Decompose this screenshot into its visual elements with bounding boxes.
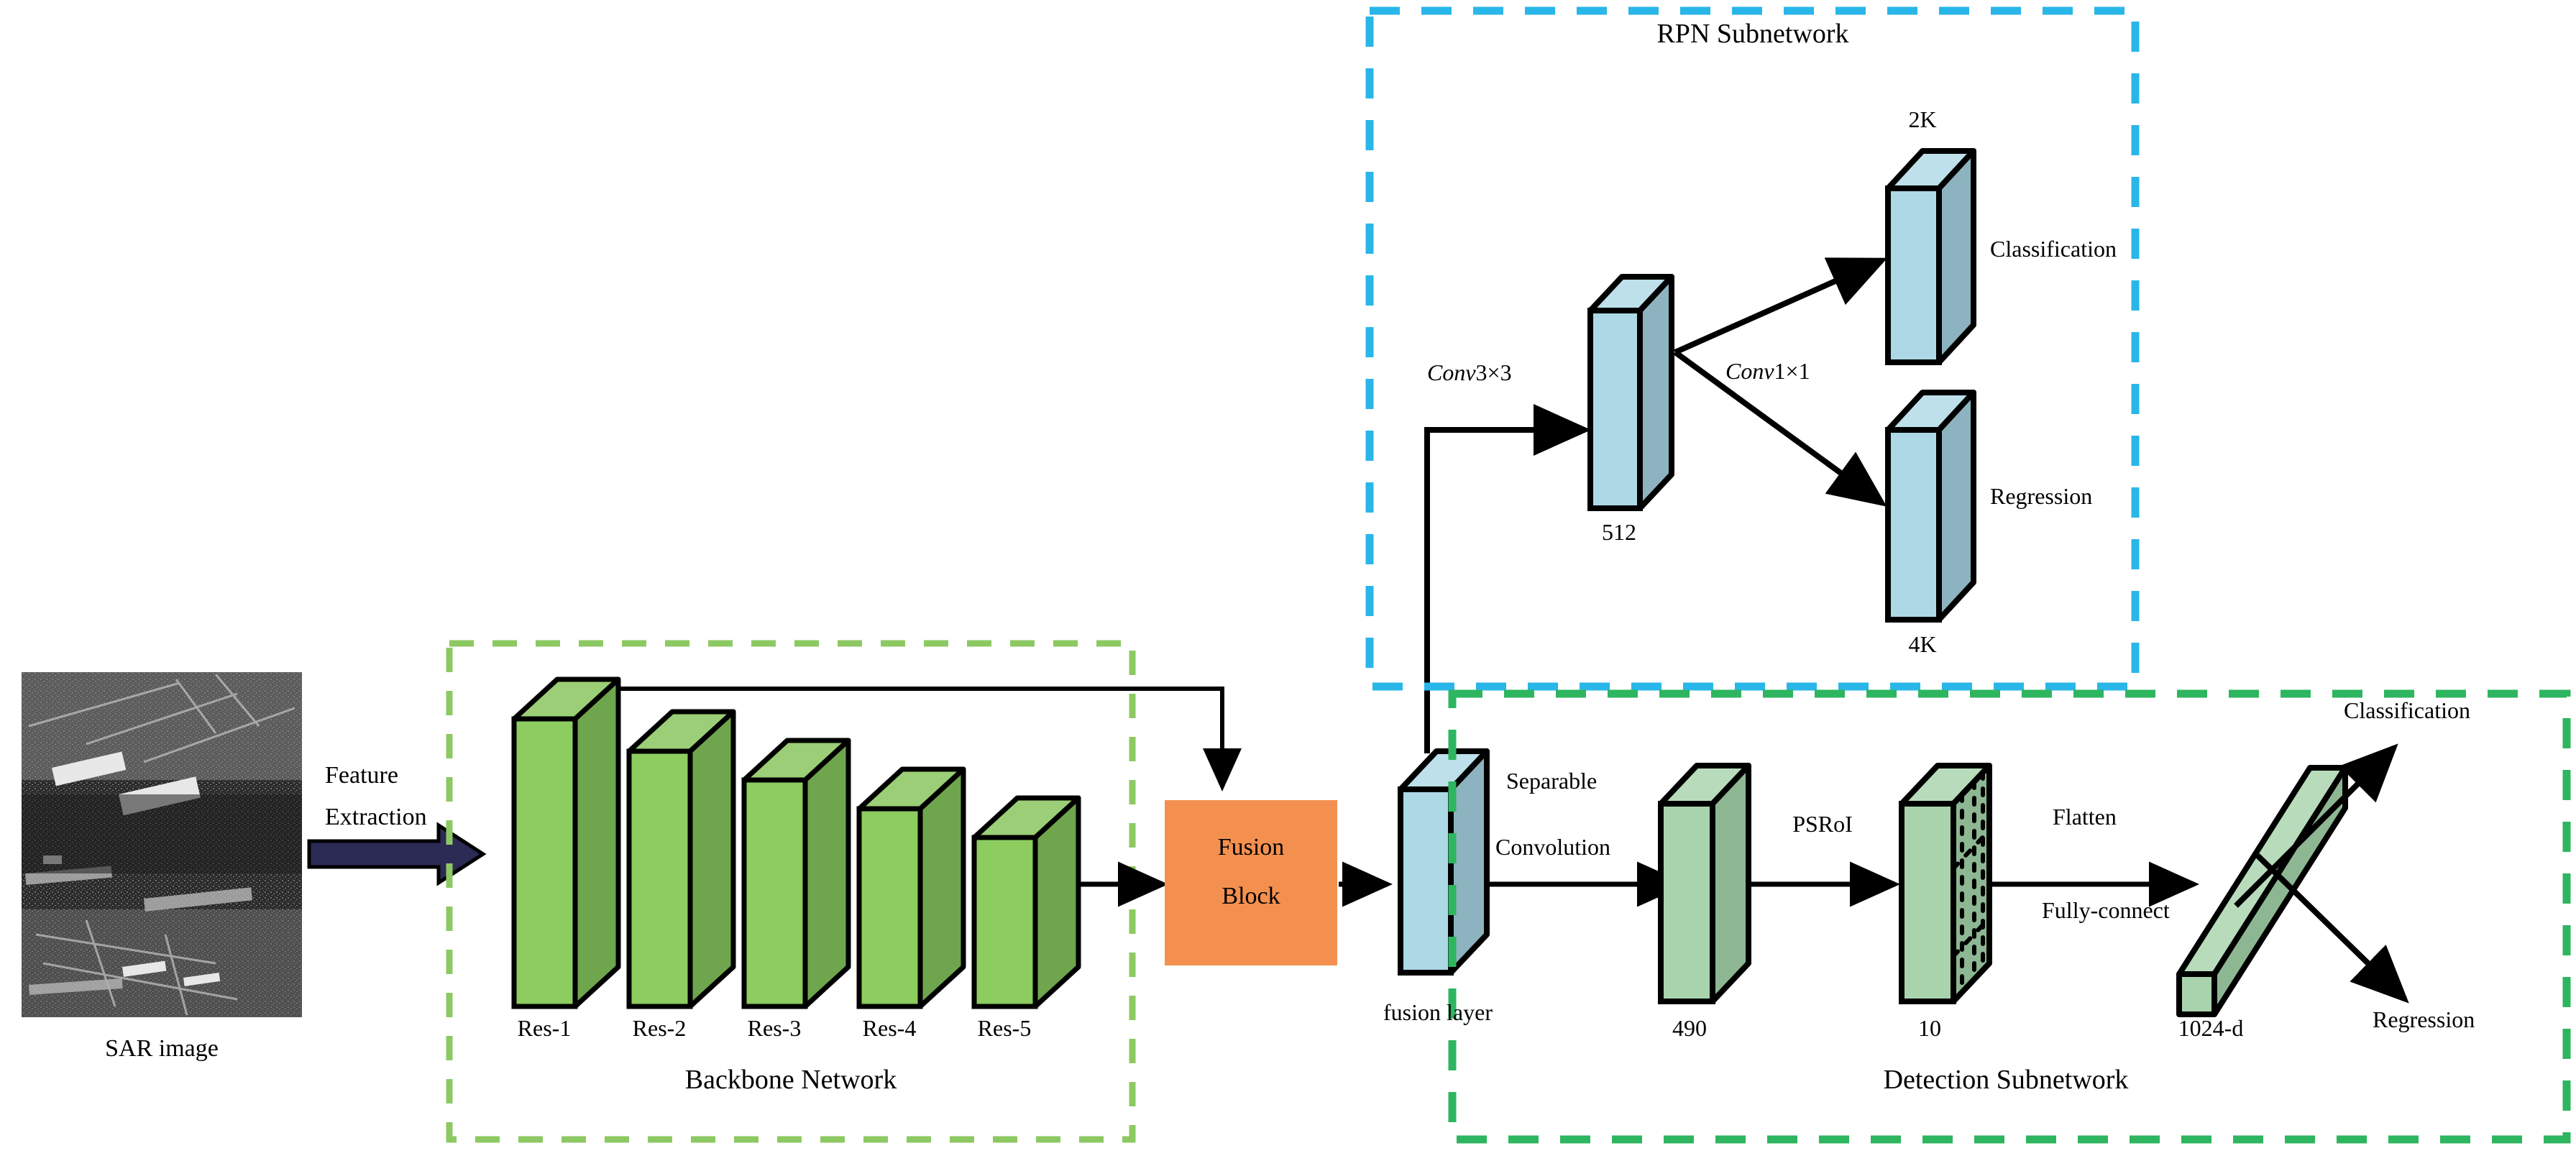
backbone-network-title: Backbone Network [684,1065,897,1095]
detection-10-label: 10 [1918,1015,1941,1041]
rpn-conv1x1-prefix: Conv [1725,358,1774,384]
rpn-4k-label: 4K [1908,631,1937,657]
rpn-boundary [1365,6,2140,691]
rpn-feature-512-label: 512 [1602,519,1636,545]
rpn-regression-4k-block [1885,390,1976,623]
rpn-subnetwork-title: RPN Subnetwork [1656,19,1849,49]
architecture-diagram: SAR image Feature Extraction Res-1 Res-2… [0,0,2576,1161]
detection-regression-label: Regression [2373,1006,2475,1032]
res-block-label-1: Res-1 [517,1015,572,1041]
rpn-classification-2k-block [1885,148,1976,365]
fusion-block-label-line2: Block [1221,883,1280,909]
detection-block-490 [1658,763,1751,1004]
res-block-label-3: Res-3 [747,1015,802,1041]
fusion-layer-block [1398,748,1490,976]
feature-extraction-label-line2: Extraction [325,804,427,830]
detection-block-10 [1899,763,1992,1004]
res-block-2 [626,709,736,1009]
detection-subnetwork-title: Detection Subnetwork [1883,1065,2129,1095]
sar-image-caption: SAR image [105,1035,219,1062]
rpn-2k-label: 2K [1908,106,1937,132]
fusion-block-label-line1: Fusion [1217,834,1285,861]
fusion-layer-label: fusion layer [1383,999,1493,1025]
rpn-conv3x3-kernel: 3×3 [1475,359,1512,385]
rpn-conv1x1-kernel: 1×1 [1774,358,1810,384]
res-block-5 [971,795,1081,1009]
flatten-label: Flatten [2053,804,2117,830]
rpn-conv3x3-prefix: Conv [1427,359,1476,385]
separable-convolution-label-line1: Separable [1506,768,1598,794]
psroi-label: PSRoI [1792,811,1853,837]
feature-extraction-arrow [307,822,487,886]
rpn-split-to-classification-arrow [1674,257,1888,355]
res-block-4 [856,766,966,1009]
rpn-classification-label: Classification [1990,236,2117,262]
rpn-regression-label: Regression [1990,483,2093,509]
fully-connect-label: Fully-connect [2042,897,2170,923]
sar-image [22,672,302,1017]
separable-convolution-label-line2: Convolution [1495,834,1611,860]
res-block-label-5: Res-5 [977,1015,1032,1041]
detection-1024d-label: 1024-d [2178,1015,2244,1041]
rpn-conv3x3-label: Conv3×3 [1427,359,1512,386]
detection-490-label: 490 [1672,1015,1707,1041]
res-block-1 [511,676,621,1009]
detection-regression-arrow [2255,853,2409,1004]
detection-block-1024d [2176,765,2348,1017]
res-block-label-4: Res-4 [862,1015,917,1041]
detection-classification-label: Classification [2344,697,2470,723]
rpn-conv1x1-label: Conv1×1 [1725,358,1810,385]
res-block-label-2: Res-2 [632,1015,687,1041]
rpn-conv-512-block [1587,274,1674,511]
feature-extraction-label-line1: Feature [325,762,398,789]
res-block-3 [741,738,851,1009]
diagram-canvas [22,6,2571,1144]
